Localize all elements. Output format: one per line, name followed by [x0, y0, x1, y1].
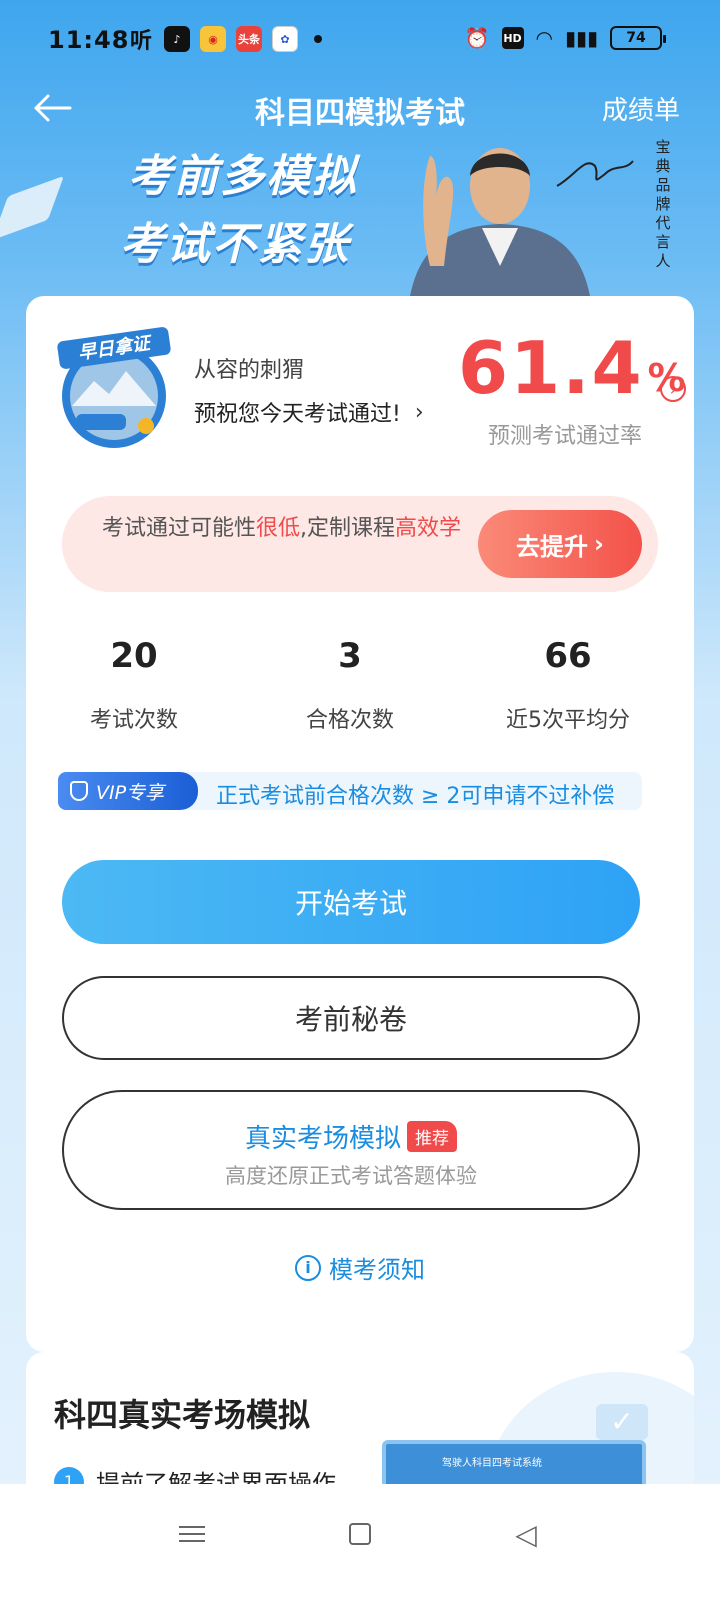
exam-notice-link[interactable]: i 模考须知	[26, 1250, 694, 1285]
battery-icon: 74	[610, 26, 666, 50]
alarm-icon: ⏰	[464, 26, 490, 50]
nav-bar: 科目四模拟考试 成绩单	[0, 80, 720, 136]
menu-icon[interactable]	[172, 1514, 212, 1554]
improve-button[interactable]: 去提升 ›	[478, 510, 642, 578]
score-report-link[interactable]: 成绩单	[602, 90, 680, 127]
stat-label: 合格次数	[305, 708, 394, 733]
back-triangle-icon[interactable]: ◁	[506, 1514, 546, 1554]
pass-rate-value[interactable]: 61.4 %	[458, 326, 688, 410]
signal-5g-icon: ▮▮▮	[564, 26, 598, 50]
banner-slogan-1: 考前多模拟	[128, 151, 358, 202]
real-exam-simulation-button[interactable]: 真实考场模拟 推荐 高度还原正式考试答题体验	[62, 1090, 640, 1210]
stat-label: 近5次平均分	[506, 708, 630, 733]
toutiao-icon: 头条	[236, 26, 262, 52]
status-bar: 11:48 听 ♪ ◉ 头条 ✿ ⏰ HD ◠ ▮▮▮ 74	[0, 0, 720, 80]
chevron-right-icon: ›	[594, 530, 604, 558]
sim-subtitle: 高度还原正式考试答题体验	[225, 1164, 477, 1188]
course-promo-banner: 考试通过可能性很低,定制课程高效学 去提升 ›	[62, 496, 658, 592]
early-license-badge: 早日拿证	[57, 327, 171, 448]
baidu-icon: ✿	[272, 26, 298, 52]
wish-text: 预祝您今天考试通过!	[194, 402, 401, 427]
improve-button-label: 去提升	[516, 532, 589, 561]
sim-title-row: 真实考场模拟 推荐	[64, 1118, 638, 1155]
stat-label: 考试次数	[89, 708, 178, 733]
real-exam-sim-card[interactable]: ✓ 科四真实考场模拟 1 提前了解考试界面操作 驾驶人科目四考试系统	[26, 1352, 694, 1492]
system-nav-bar: ◁	[0, 1484, 720, 1608]
shield-icon	[70, 781, 88, 801]
stat-exam-count: 20 考试次数	[34, 636, 234, 734]
status-time: 11:48	[48, 26, 130, 54]
promo-text: 考试通过可能性很低,定制课程高效学	[102, 514, 462, 544]
screen-title: 驾驶人科目四考试系统	[442, 1458, 542, 1469]
info-icon: i	[295, 1254, 321, 1281]
promo-highlight-low: 很低	[256, 516, 301, 541]
system-icons: ⏰ HD ◠ ▮▮▮ 74	[464, 26, 666, 50]
stat-pass-count: 3 合格次数	[250, 636, 450, 734]
notification-icons: 听 ♪ ◉ 头条 ✿	[128, 26, 322, 54]
vip-tag: VIP专享	[58, 772, 198, 810]
promo-text-part: 考试通过可能性	[102, 516, 257, 541]
user-name: 从容的刺猬	[194, 358, 305, 383]
chevron-right-icon: ›	[414, 399, 424, 425]
promo-banner-image[interactable]: 考前多模拟 考试不紧张 宝典品牌代言人	[0, 136, 720, 296]
start-exam-button[interactable]: 开始考试	[62, 860, 640, 944]
card2-title: 科四真实考场模拟	[54, 1396, 311, 1434]
promo-highlight-efficient: 高效学	[395, 516, 462, 541]
home-icon[interactable]	[340, 1514, 380, 1554]
stat-value: 66	[544, 636, 592, 676]
spokesperson-signature	[555, 146, 635, 196]
pass-rate-detail-icon[interactable]: ›	[660, 376, 686, 402]
stat-value: 20	[110, 636, 158, 676]
exam-notice-label: 模考须知	[329, 1256, 425, 1284]
pre-exam-paper-button[interactable]: 考前秘卷	[62, 976, 640, 1060]
ting-icon: 听	[129, 29, 152, 54]
promo-text-part: ,定制课程	[300, 516, 396, 541]
wish-row[interactable]: 预祝您今天考试通过! ›	[194, 396, 424, 428]
recommend-badge: 推荐	[407, 1121, 457, 1152]
banner-slogan-2: 考试不紧张	[120, 219, 350, 270]
sim-title: 真实考场模拟	[244, 1124, 401, 1154]
stat-value: 3	[338, 636, 362, 676]
pass-rate-label: 预测考试通过率	[488, 424, 643, 449]
wifi-icon: ◠	[535, 26, 553, 50]
spokesperson-label: 宝典品牌代言人	[655, 138, 671, 270]
exam-summary-card: 早日拿证 从容的刺猬 预祝您今天考试通过! › 61.4 % › 预测考试通过率…	[26, 296, 694, 1352]
pass-rate-number: 61.4	[458, 326, 644, 410]
weibo-icon: ◉	[200, 26, 226, 52]
check-icon: ✓	[596, 1404, 648, 1440]
more-notifications-dot	[314, 35, 322, 43]
paper-deco	[0, 175, 65, 241]
vip-text: 正式考试前合格次数 ≥ 2可申请不过补偿	[216, 784, 615, 809]
stat-avg-score: 66 近5次平均分	[468, 636, 668, 734]
hd-icon: HD	[501, 27, 524, 49]
exam-stats: 20 考试次数 3 合格次数 66 近5次平均分	[26, 636, 694, 746]
douyin-icon: ♪	[164, 26, 190, 52]
vip-compensation-bar[interactable]: VIP专享 正式考试前合格次数 ≥ 2可申请不过补偿	[58, 772, 642, 810]
vip-tag-label: VIP专享	[96, 781, 165, 804]
